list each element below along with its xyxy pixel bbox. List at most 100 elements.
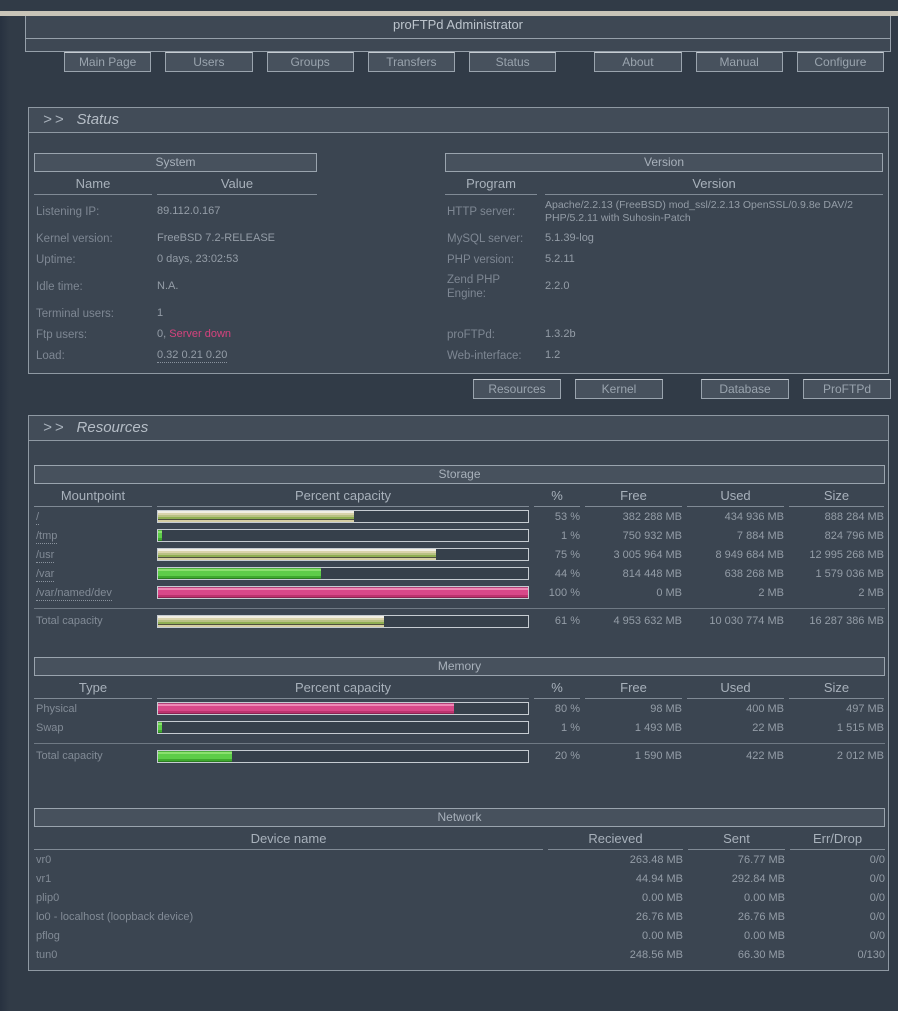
free-value: 4 953 632 MB (613, 615, 683, 627)
system-table-header: Name Value (34, 174, 317, 195)
col-name: Name (34, 174, 152, 195)
free-value: 814 448 MB (622, 567, 682, 580)
row-value: 1 (157, 307, 164, 319)
used-value: 400 MB (746, 702, 784, 715)
row-label: Web-interface: (447, 349, 522, 362)
mountpoint-link[interactable]: / (36, 510, 40, 525)
nav-transfers[interactable]: Transfers (367, 52, 455, 72)
ftp-users-count: 0, (157, 328, 167, 340)
sent-value: 292.84 MB (731, 872, 785, 885)
received-value: 248.56 MB (629, 948, 683, 961)
nav-about[interactable]: About (594, 52, 682, 72)
row-value: N.A. (157, 280, 179, 292)
received-value: 0.00 MB (642, 891, 683, 904)
capacity-bar-fill (158, 587, 528, 598)
status-subnav: Resources Kernel Database ProFTPd (0, 379, 898, 399)
err-drop-value: 0/0 (869, 929, 885, 942)
col-percent-capacity: Percent capacity (157, 486, 529, 507)
row-label: Kernel version: (36, 232, 113, 245)
nav-manual[interactable]: Manual (695, 52, 783, 72)
table-row: /var 44 % 814 448 MB 638 268 MB 1 579 03… (34, 564, 885, 583)
used-value: 22 MB (752, 721, 784, 734)
pct-value: 1 % (561, 529, 580, 542)
capacity-bar-track (157, 749, 529, 763)
network-table-caption: Network (34, 808, 885, 827)
row-value: 1.3.2b (545, 328, 576, 340)
nav-configure[interactable]: Configure (796, 52, 884, 72)
device-name: vr0 (36, 853, 52, 866)
used-value: 8 949 684 MB (715, 548, 785, 561)
status-content: System Name Value Listening IP: 89.112.0… (29, 133, 888, 373)
table-row: proFTPd: 1.3.2b (445, 324, 883, 345)
subnav-database[interactable]: Database (701, 379, 789, 399)
header-spacer (26, 39, 890, 51)
device-name: pflog (36, 929, 60, 942)
table-row: plip0 0.00 MB 0.00 MB 0/0 (34, 888, 885, 907)
page-top-edge (0, 11, 898, 16)
row-value: FreeBSD 7.2-RELEASE (157, 232, 275, 244)
status-panel-title: >> Status (29, 108, 888, 133)
received-value: 0.00 MB (642, 929, 683, 942)
resources-panel: >> Resources Storage Mountpoint Percent c… (28, 415, 889, 971)
free-value: 382 288 MB (622, 510, 682, 523)
table-row: Web-interface: 1.2 (445, 345, 883, 366)
row-value: 5.1.39-log (545, 232, 594, 244)
device-name: plip0 (36, 891, 60, 904)
mountpoint-link[interactable]: /var/named/dev (36, 586, 112, 601)
subnav-resources[interactable]: Resources (473, 379, 561, 399)
subnav-proftpd[interactable]: ProFTPd (803, 379, 891, 399)
nav-status[interactable]: Status (469, 52, 557, 72)
status-panel: >> Status System Name Value Listening IP:… (28, 107, 889, 374)
used-value: 434 936 MB (724, 510, 784, 523)
used-value: 7 884 MB (736, 529, 784, 542)
col-pct: % (534, 678, 580, 699)
col-size: Size (789, 486, 884, 507)
size-value: 824 796 MB (824, 529, 884, 542)
table-row: Zend PHP Engine: 2.2.0 (445, 270, 883, 303)
table-row: Physical 80 % 98 MB 400 MB 497 MB (34, 699, 885, 718)
table-row: pflog 0.00 MB 0.00 MB 0/0 (34, 926, 885, 945)
col-received: Recieved (548, 829, 683, 850)
app-title: proFTPd Administrator (26, 12, 890, 39)
mountpoint-link[interactable]: /tmp (36, 529, 58, 544)
capacity-bar-track (157, 586, 529, 599)
col-used: Used (687, 678, 784, 699)
table-row: Uptime: 0 days, 23:02:53 (34, 249, 317, 270)
size-value: 16 287 386 MB (809, 615, 884, 627)
capacity-bar-fill (158, 615, 384, 627)
server-down-alert: Server down (169, 328, 232, 340)
nav-users[interactable]: Users (165, 52, 253, 72)
chevrons-icon: >> (43, 419, 67, 436)
memory-table-header: Type Percent capacity % Free Used Size (34, 678, 885, 699)
nav-main-page[interactable]: Main Page (64, 52, 152, 72)
row-value: 89.112.0.167 (157, 205, 221, 217)
table-row: Kernel version: FreeBSD 7.2-RELEASE (34, 228, 317, 249)
size-value: 12 995 268 MB (809, 548, 884, 561)
storage-table-caption: Storage (34, 465, 885, 484)
table-row: tun0 248.56 MB 66.30 MB 0/130 (34, 945, 885, 964)
memory-table: Memory Type Percent capacity % Free Used… (34, 657, 885, 768)
row-label: MySQL server: (447, 232, 524, 245)
version-table-caption: Version (445, 153, 883, 172)
table-row: / 53 % 382 288 MB 434 936 MB 888 284 MB (34, 507, 885, 526)
used-value: 2 MB (758, 586, 784, 599)
subnav-kernel[interactable]: Kernel (575, 379, 663, 399)
col-free: Free (585, 678, 682, 699)
app-header: proFTPd Administrator (25, 11, 891, 52)
capacity-bar-track (157, 702, 529, 715)
pct-value: 75 % (554, 548, 580, 561)
size-value: 497 MB (846, 702, 884, 715)
table-row: HTTP server: Apache/2.2.13 (FreeBSD) mod… (445, 195, 883, 228)
memory-table-caption: Memory (34, 657, 885, 676)
size-value: 2 MB (858, 586, 884, 599)
received-value: 26.76 MB (635, 910, 683, 923)
mountpoint-link[interactable]: /usr (36, 548, 55, 563)
system-table-caption: System (34, 153, 317, 172)
nav-groups[interactable]: Groups (266, 52, 354, 72)
used-value: 422 MB (746, 750, 784, 762)
load-average-link[interactable]: 0.32 0.21 0.20 (157, 349, 228, 363)
sent-value: 76.77 MB (737, 853, 785, 866)
mountpoint-link[interactable]: /var (36, 567, 55, 582)
memory-type: Swap (36, 721, 64, 734)
network-table-header: Device name Recieved Sent Err/Drop (34, 829, 885, 850)
